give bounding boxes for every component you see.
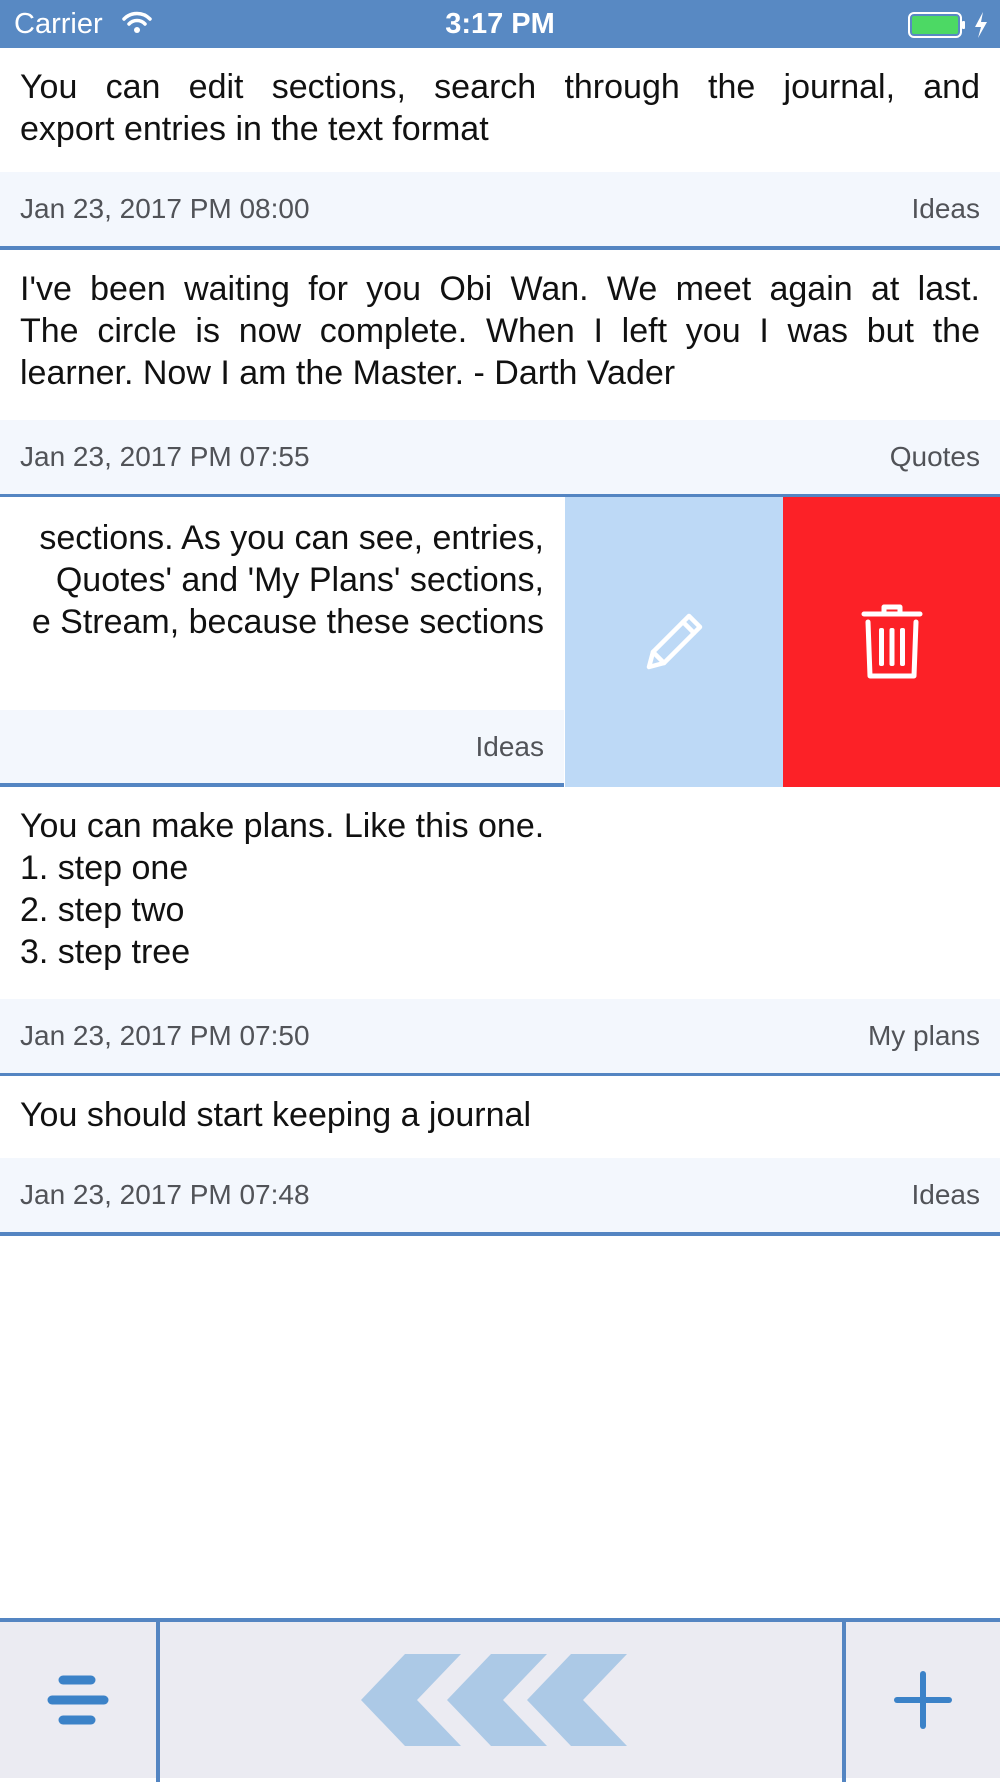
entry-text-line: export entries in the text format	[20, 110, 489, 148]
entry-section: Ideas	[911, 1179, 981, 1210]
status-time: 3:17 PM	[445, 8, 555, 40]
back-button[interactable]	[160, 1622, 842, 1778]
battery-icon	[908, 12, 966, 43]
entry-text-line: 3. step tree	[20, 933, 191, 971]
entry-text: You can edit sections, search through th…	[20, 66, 980, 150]
entry-text-line: e Stream, because these sections	[31, 603, 544, 641]
entry-date: Jan 23, 2017 PM 08:00	[20, 193, 310, 224]
entry-text-line: The circle is now complete. When I left …	[20, 312, 980, 350]
journal-entry[interactable]: You can edit sections, search through th…	[0, 48, 1000, 250]
journal-entry[interactable]: You should start keeping a journal Jan 2…	[0, 1076, 1000, 1236]
entry-text-line: You can edit sections, search through th…	[20, 68, 980, 106]
entry-section: Quotes	[889, 441, 980, 472]
entry-text: I've been waiting for you Obi Wan. We me…	[20, 268, 980, 394]
entry-meta: Jan 23, 2017 PM 08:00 Ideas	[0, 172, 1000, 246]
menu-button[interactable]	[0, 1622, 156, 1778]
entry-text-line: 2. step two	[20, 891, 185, 929]
entry-section: Ideas	[475, 731, 545, 762]
entry-text-line: 1. step one	[20, 849, 189, 887]
entry-text-line: sections. As you can see, entries,	[39, 519, 544, 557]
bottom-toolbar	[0, 1618, 1000, 1782]
entry-text-line: You can make plans. Like this one.	[20, 807, 545, 845]
triple-chevron-left-icon	[361, 1654, 627, 1746]
edit-entry-button[interactable]	[565, 497, 783, 787]
entry-text: You can make plans. Like this one. 1. st…	[20, 805, 980, 973]
status-bar: Carrier 3:17 PM	[0, 0, 1000, 48]
entry-text-line: I've been waiting for you Obi Wan. We me…	[20, 270, 980, 308]
entry-date: Jan 23, 2017 PM 07:55	[20, 441, 310, 472]
pencil-icon	[646, 613, 703, 670]
entry-text: sections. As you can see, entries, Quote…	[0, 517, 544, 643]
menu-icon	[47, 1675, 109, 1725]
entry-section: My plans	[867, 1020, 980, 1051]
plus-icon	[894, 1671, 952, 1729]
add-entry-button[interactable]	[846, 1622, 1000, 1778]
entry-meta: Jan 23, 2017 PM 07:55 Quotes	[0, 420, 1000, 494]
entry-meta: Jan 23, 2017 PM 07:50 My plans	[0, 999, 1000, 1073]
entry-text-line: You should start keeping a journal	[20, 1096, 531, 1134]
journal-entry[interactable]: I've been waiting for you Obi Wan. We me…	[0, 250, 1000, 497]
entry-section: Ideas	[911, 193, 981, 224]
journal-entry[interactable]: sections. As you can see, entries, Quote…	[0, 497, 564, 787]
entry-text: You should start keeping a journal	[20, 1094, 980, 1136]
entry-date: Jan 23, 2017 PM 07:50	[20, 1020, 310, 1051]
entry-text-line: Quotes' and 'My Plans' sections,	[55, 561, 544, 599]
entry-text-line: learner. Now I am the Master. - Darth Va…	[20, 354, 676, 392]
trash-icon	[861, 604, 922, 679]
charging-bolt-icon	[973, 11, 989, 44]
entry-date: Jan 23, 2017 PM 07:48	[20, 1179, 310, 1210]
entry-meta: Jan 23, 2017 PM 07:48 Ideas	[0, 1158, 1000, 1232]
journal-entry[interactable]: You can make plans. Like this one. 1. st…	[0, 787, 1000, 1076]
delete-entry-button[interactable]	[783, 497, 1000, 787]
swiped-journal-entry[interactable]: sections. As you can see, entries, Quote…	[0, 497, 1000, 787]
entry-meta: Ideas	[0, 710, 564, 783]
